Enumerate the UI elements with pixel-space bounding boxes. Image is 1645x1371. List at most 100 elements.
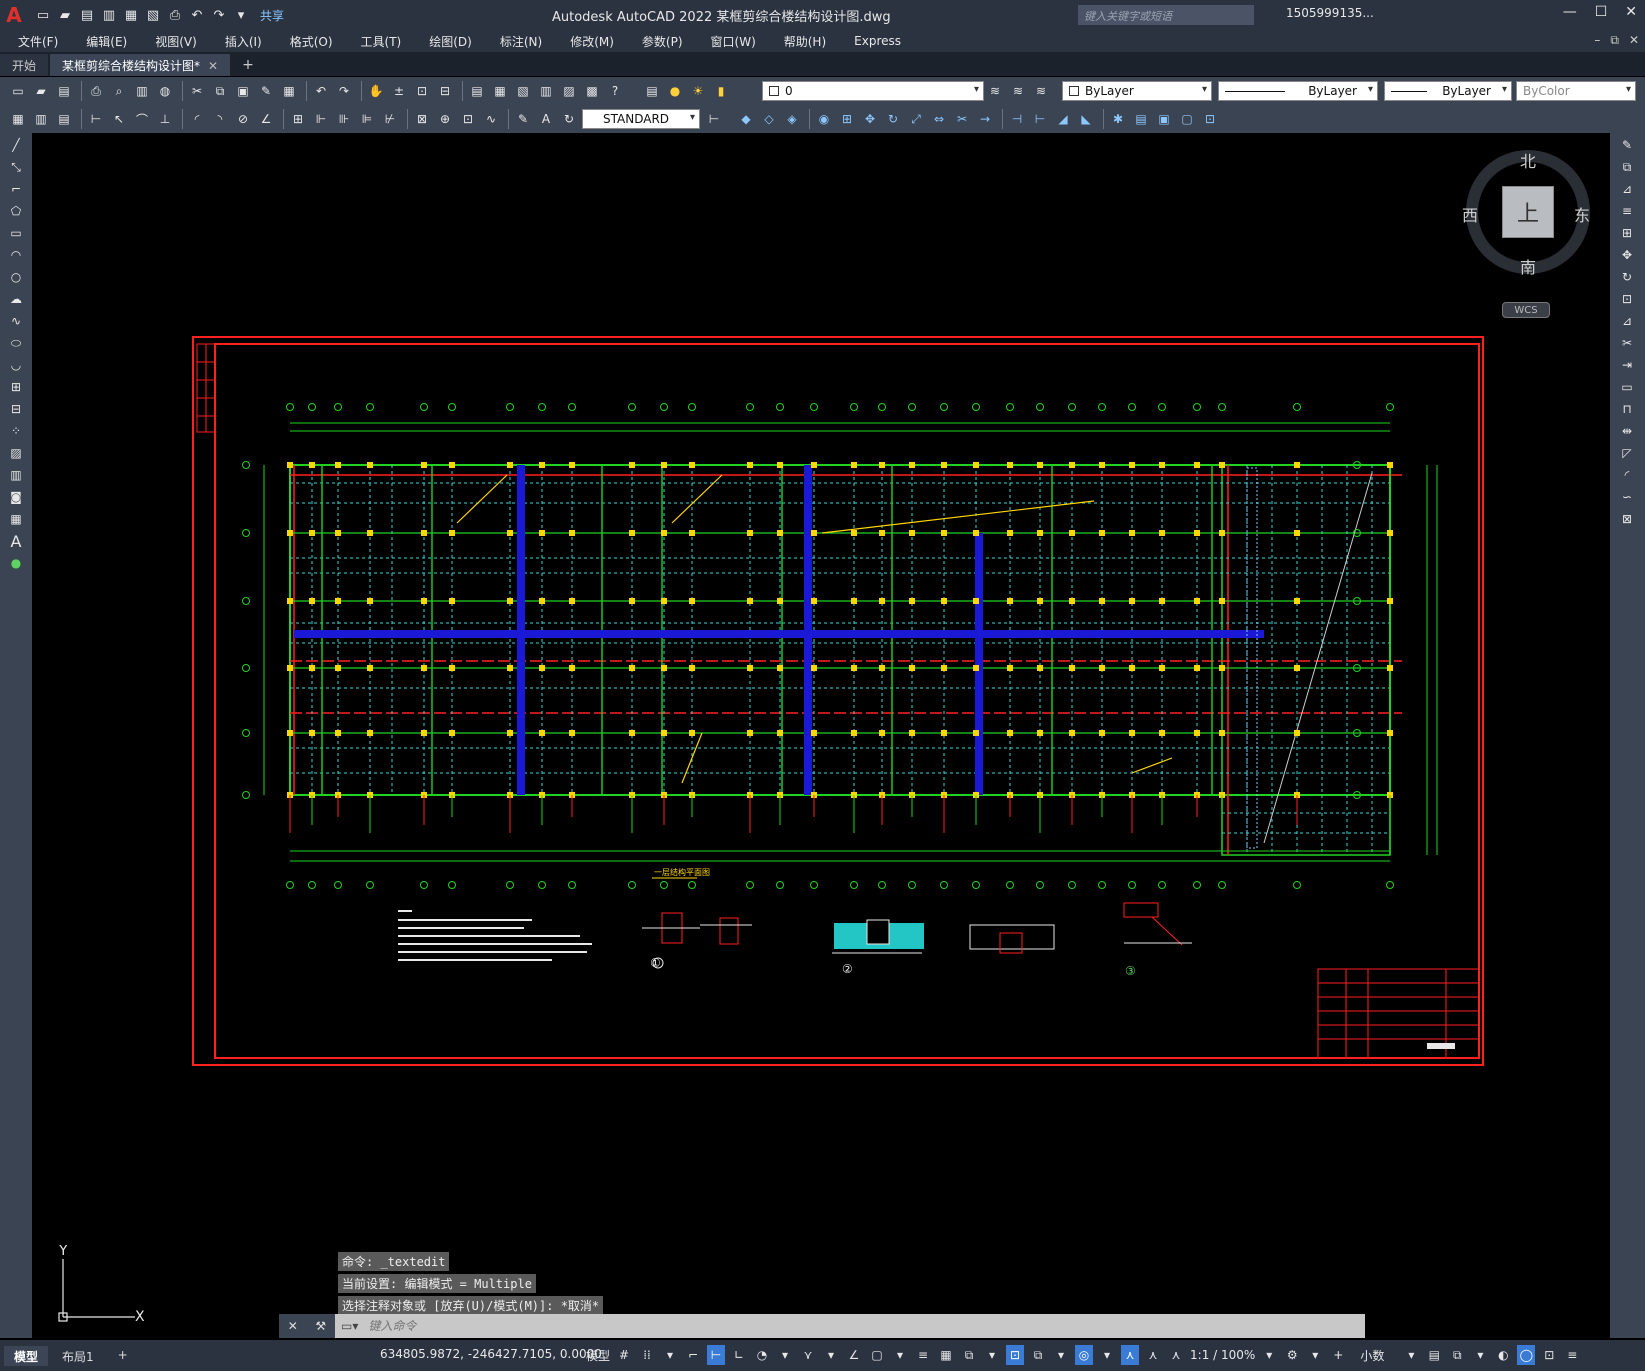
save-icon[interactable]: ▤ (54, 81, 74, 101)
circle-icon[interactable]: ○ (5, 267, 27, 287)
plotstyle-dropdown[interactable]: ByColor ▾ (1516, 81, 1636, 101)
auto-scale-icon[interactable]: ⋏ (1144, 1345, 1162, 1365)
ellipse-icon[interactable]: ⬭ (5, 333, 27, 353)
lock-ui-icon[interactable]: ⧉ (1448, 1345, 1466, 1365)
menu-help[interactable]: 帮助(H) (784, 33, 826, 50)
sun-icon[interactable]: ☀ (688, 81, 708, 101)
dropdown-icon[interactable]: ▾ (1260, 1345, 1278, 1365)
continue-dimension-icon[interactable]: ⊪ (334, 109, 354, 129)
extend-icon[interactable]: → (975, 109, 995, 129)
save-web-icon[interactable]: ▧ (144, 6, 162, 24)
save-icon[interactable]: ▤ (78, 6, 96, 24)
zoom-realtime-icon[interactable]: ± (389, 81, 409, 101)
dynamic-ucs-icon[interactable]: ⧉ (1029, 1345, 1047, 1365)
3d-dwf-icon[interactable]: ◍ (155, 81, 175, 101)
blend-curves-icon[interactable]: ∽ (1616, 487, 1638, 507)
quick-dimension-icon[interactable]: ⊞ (288, 109, 308, 129)
selection-cycling-icon[interactable]: ⧉ (960, 1345, 978, 1365)
command-close-icon[interactable]: ✕ (288, 1319, 298, 1333)
move-icon[interactable]: ✥ (860, 109, 880, 129)
units-value[interactable]: 小数 (1360, 1345, 1384, 1365)
fillet-icon[interactable]: ◜ (1616, 465, 1638, 485)
share-button[interactable]: 共享 (260, 7, 284, 24)
3d-osnap-icon[interactable]: ⊡ (1006, 1345, 1025, 1365)
line-icon[interactable]: ╱ (5, 135, 27, 155)
properties-icon[interactable]: ▤ (467, 81, 487, 101)
hardware-acceleration-icon[interactable]: ◯ (1517, 1345, 1536, 1365)
dropdown-icon[interactable]: ▾ (1098, 1345, 1116, 1365)
polygon-icon[interactable]: ⬠ (5, 201, 27, 221)
paste-icon[interactable]: ▣ (233, 81, 253, 101)
open-icon[interactable]: ▰ (31, 81, 51, 101)
new-tab-button[interactable]: + (232, 54, 264, 76)
menu-edit[interactable]: 编辑(E) (86, 33, 127, 50)
menu-modify[interactable]: 修改(M) (570, 33, 614, 50)
compass-east[interactable]: 东 (1574, 202, 1590, 226)
compass-west[interactable]: 西 (1462, 202, 1478, 226)
copy-icon[interactable]: ⧉ (1616, 157, 1638, 177)
copy-object-icon[interactable]: ◇ (759, 109, 779, 129)
dynamic-input-icon[interactable]: ⊢ (707, 1345, 726, 1365)
annotation-scale-icon[interactable]: ⋏ (1167, 1345, 1185, 1365)
polar-tracking-icon[interactable]: ◔ (753, 1345, 771, 1365)
linetype-dropdown[interactable]: ByLayer ▾ (1218, 81, 1378, 101)
plus-icon[interactable]: + (1329, 1345, 1347, 1365)
make-block-icon[interactable]: ⊟ (5, 399, 27, 419)
angular-dimension-icon[interactable]: ∠ (256, 109, 276, 129)
tab-close-icon[interactable]: ✕ (208, 59, 218, 73)
menu-tools[interactable]: 工具(T) (361, 33, 402, 50)
dropdown-icon[interactable]: ▾ (891, 1345, 909, 1365)
layer-previous-icon[interactable]: ≋ (1008, 81, 1028, 101)
break-icon[interactable]: ⊓ (1616, 399, 1638, 419)
add-selected-icon[interactable]: ● (5, 553, 27, 573)
save-as-icon[interactable]: ▥ (100, 6, 118, 24)
chamfer-icon[interactable]: ◸ (1616, 443, 1638, 463)
erase-icon[interactable]: ◆ (736, 109, 756, 129)
redo-icon[interactable]: ↷ (334, 81, 354, 101)
diameter-dimension-icon[interactable]: ⊘ (233, 109, 253, 129)
plot-icon[interactable]: ⎙ (86, 81, 106, 101)
layout-tab-layout1[interactable]: 布局1 (52, 1346, 104, 1366)
clean-screen-icon[interactable]: ⊡ (1540, 1345, 1558, 1365)
gear-icon[interactable]: ⚙ (1283, 1345, 1301, 1365)
menu-parametric[interactable]: 参数(P) (642, 33, 683, 50)
hatch-icon[interactable]: ▨ (5, 443, 27, 463)
join-icon[interactable]: ⇹ (1616, 421, 1638, 441)
explode-icon[interactable]: ⊠ (1616, 509, 1638, 529)
dropdown-icon[interactable]: ▾ (983, 1345, 1001, 1365)
scale-icon[interactable]: ⤢ (906, 109, 926, 129)
point-icon[interactable]: ⁘ (5, 421, 27, 441)
grid-icon[interactable]: # (615, 1345, 633, 1365)
layer-state-icon[interactable]: ≋ (1031, 81, 1051, 101)
jogged-dimension-icon[interactable]: ◝ (210, 109, 230, 129)
mirror-icon[interactable]: ⊿ (1616, 179, 1638, 199)
arc-icon[interactable]: ◠ (5, 245, 27, 265)
annotation-scale-value[interactable]: 1:1 / 100% (1190, 1345, 1255, 1365)
lineweight-icon[interactable]: ≡ (914, 1345, 932, 1365)
pan-icon[interactable]: ✋ (366, 81, 386, 101)
menu-dimension[interactable]: 标注(N) (500, 33, 542, 50)
rotate-icon[interactable]: ↻ (883, 109, 903, 129)
drawing-canvas[interactable]: 一层结构平面图 ① ② ③ 上 北 南 东 西 WCS Y X 命令: _tex… (32, 133, 1610, 1338)
copy-icon[interactable]: ⧉ (210, 81, 230, 101)
ordinate-dimension-icon[interactable]: ⊥ (155, 109, 175, 129)
structural-plan-drawing[interactable]: 一层结构平面图 ① ② ③ (32, 133, 1610, 1338)
doc-restore-icon[interactable]: ⧉ (1610, 33, 1619, 48)
infer-constraints-icon[interactable]: ⌐ (684, 1345, 702, 1365)
command-input[interactable] (368, 1319, 1269, 1333)
menu-draw[interactable]: 绘图(D) (429, 33, 472, 50)
publish-icon[interactable]: ▥ (132, 81, 152, 101)
transparency-icon[interactable]: ▦ (937, 1345, 955, 1365)
table-icon[interactable]: ▦ (5, 509, 27, 529)
dimension-style-icon[interactable]: ⊢ (704, 109, 724, 129)
cursor-coordinates[interactable]: 634805.9872, -246427.7105, 0.0000 (380, 1347, 602, 1361)
zoom-window-icon[interactable]: ⊡ (412, 81, 432, 101)
rotate-icon[interactable]: ↻ (1616, 267, 1638, 287)
fillet-icon[interactable]: ◣ (1076, 109, 1096, 129)
redo-icon[interactable]: ↷ (210, 6, 228, 24)
isodraft-icon[interactable]: ⋎ (799, 1345, 817, 1365)
lock-icon[interactable]: ▮ (711, 81, 731, 101)
block-editor-icon[interactable]: ▦ (279, 81, 299, 101)
doc-minimize-icon[interactable]: – (1594, 33, 1600, 48)
mirror-icon[interactable]: ◈ (782, 109, 802, 129)
